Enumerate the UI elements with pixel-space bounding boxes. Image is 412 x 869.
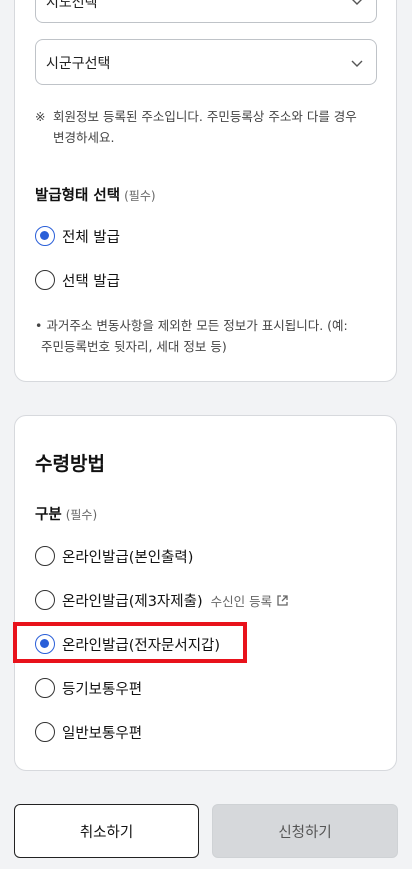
notice-line1: 회원정보 등록된 주소입니다. 주민등록상 주소와 다를 경우	[52, 109, 357, 124]
notice-mark: ※	[35, 109, 46, 124]
issue-type-label: 발급형태 선택 (필수)	[35, 184, 156, 205]
receive-category-label: 구분 (필수)	[35, 503, 97, 524]
radio-label: 일반보통우편	[62, 725, 143, 742]
radio-regular-mail[interactable]: 일반보통우편	[35, 720, 142, 744]
radio-label: 전체 발급	[62, 229, 120, 246]
radio-checked-icon[interactable]	[35, 226, 55, 246]
radio-unchecked-icon[interactable]	[35, 722, 55, 742]
required-mark: (필수)	[124, 189, 156, 203]
receive-category-label-text: 구분	[35, 507, 62, 523]
issue-type-label-text: 발급형태 선택	[35, 188, 121, 204]
note-line2: 주민등록번호 뒷자리, 세대 정보 등)	[41, 339, 227, 354]
chevron-down-icon	[352, 0, 362, 5]
radio-unchecked-icon[interactable]	[35, 590, 55, 610]
radio-label: 온라인발급(본인출력)	[62, 549, 194, 566]
radio-unchecked-icon[interactable]	[35, 678, 55, 698]
radio-online-self-print[interactable]: 온라인발급(본인출력)	[35, 544, 193, 568]
radio-label: 선택 발급	[62, 273, 120, 290]
radio-label: 등기보통우편	[62, 681, 143, 698]
recipient-register-link[interactable]: 수신인 등록	[211, 591, 289, 610]
receive-method-title: 수령방법	[35, 453, 105, 475]
submit-button[interactable]: 신청하기	[212, 804, 398, 858]
radio-unchecked-icon[interactable]	[35, 270, 55, 290]
sido-select-value: 시도선택	[46, 0, 98, 11]
radio-selective-issue[interactable]: 선택 발급	[35, 268, 120, 292]
radio-label: 온라인발급(제3자제출)	[62, 593, 203, 610]
required-mark: (필수)	[65, 508, 98, 522]
sido-select[interactable]: 시도선택	[35, 0, 377, 23]
recipient-register-label: 수신인 등록	[210, 593, 273, 609]
issue-type-note: • 과거주소 변동사항을 제외한 모든 정보가 표시됩니다. (예: 주민등록번…	[35, 315, 385, 357]
radio-full-issue[interactable]: 전체 발급	[35, 224, 120, 248]
notice-line2: 변경하세요.	[53, 130, 115, 145]
note-line1: • 과거주소 변동사항을 제외한 모든 정보가 표시됩니다. (예:	[35, 318, 348, 333]
radio-unchecked-icon[interactable]	[35, 546, 55, 566]
sigungu-select[interactable]: 시군구선택	[35, 39, 377, 85]
cancel-button[interactable]: 취소하기	[14, 804, 199, 858]
selection-highlight-box	[13, 622, 247, 663]
external-link-icon	[277, 594, 288, 606]
receive-method-card: 수령방법 구분 (필수) 온라인발급(본인출력) 온라인발급(제3자제출) 수신인…	[14, 415, 397, 771]
address-notice: ※ 회원정보 등록된 주소입니다. 주민등록상 주소와 다를 경우 변경하세요.	[35, 106, 385, 148]
radio-registered-mail[interactable]: 등기보통우편	[35, 676, 142, 700]
radio-online-third-party[interactable]: 온라인발급(제3자제출) 수신인 등록	[35, 588, 289, 612]
chevron-down-icon	[351, 60, 363, 67]
address-card: 시도선택 시군구선택 ※ 회원정보 등록된 주소입니다. 주민등록상 주소와 다…	[14, 0, 397, 382]
sigungu-select-value: 시군구선택	[46, 56, 111, 72]
